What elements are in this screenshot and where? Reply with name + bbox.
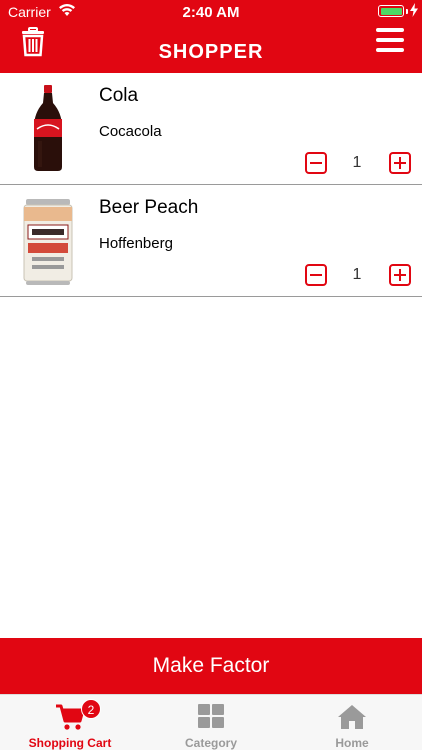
- hamburger-menu-icon[interactable]: [376, 28, 404, 54]
- cart-item[interactable]: Beer Peach Hoffenberg 1: [0, 185, 422, 297]
- tab-label: Category: [184, 736, 237, 750]
- nav-bar: SHOPPER: [0, 24, 422, 73]
- tab-label: Home: [335, 736, 369, 750]
- decrease-quantity-button[interactable]: [305, 264, 327, 286]
- tab-category[interactable]: Category: [141, 695, 281, 750]
- status-time: 2:40 AM: [182, 4, 240, 21]
- cola-bottle-image: [34, 85, 62, 171]
- status-bar: Carrier 2:40 AM: [0, 0, 422, 24]
- tab-label: Shopping Cart: [28, 736, 112, 750]
- increase-quantity-button[interactable]: [389, 152, 411, 174]
- app-logo: SHOPPER: [158, 41, 264, 63]
- item-brand: Cocacola: [99, 123, 162, 140]
- item-name: Beer Peach: [99, 197, 199, 218]
- charging-bolt-icon: [410, 3, 418, 17]
- tab-bar: 2 Shopping Cart Category Home: [0, 694, 422, 750]
- make-factor-button[interactable]: Make Factor: [0, 638, 422, 694]
- home-icon: [338, 705, 366, 729]
- tab-shopping-cart[interactable]: 2 Shopping Cart: [0, 695, 140, 750]
- grid-icon: [198, 704, 224, 728]
- item-brand: Hoffenberg: [99, 235, 173, 252]
- cart-count-badge: 2: [81, 699, 101, 719]
- item-quantity: 1: [352, 154, 362, 171]
- cart-item[interactable]: Cola Cocacola 1: [0, 73, 422, 185]
- beer-can-image: [23, 199, 73, 285]
- item-quantity: 1: [352, 266, 362, 283]
- increase-quantity-button[interactable]: [389, 264, 411, 286]
- battery-icon: [378, 5, 404, 17]
- item-name: Cola: [99, 85, 139, 106]
- decrease-quantity-button[interactable]: [305, 152, 327, 174]
- cart-list: Cola Cocacola 1 Beer Peach Hoffenberg 1: [0, 73, 422, 297]
- battery-cap: [406, 9, 408, 14]
- tab-home[interactable]: Home: [282, 695, 422, 750]
